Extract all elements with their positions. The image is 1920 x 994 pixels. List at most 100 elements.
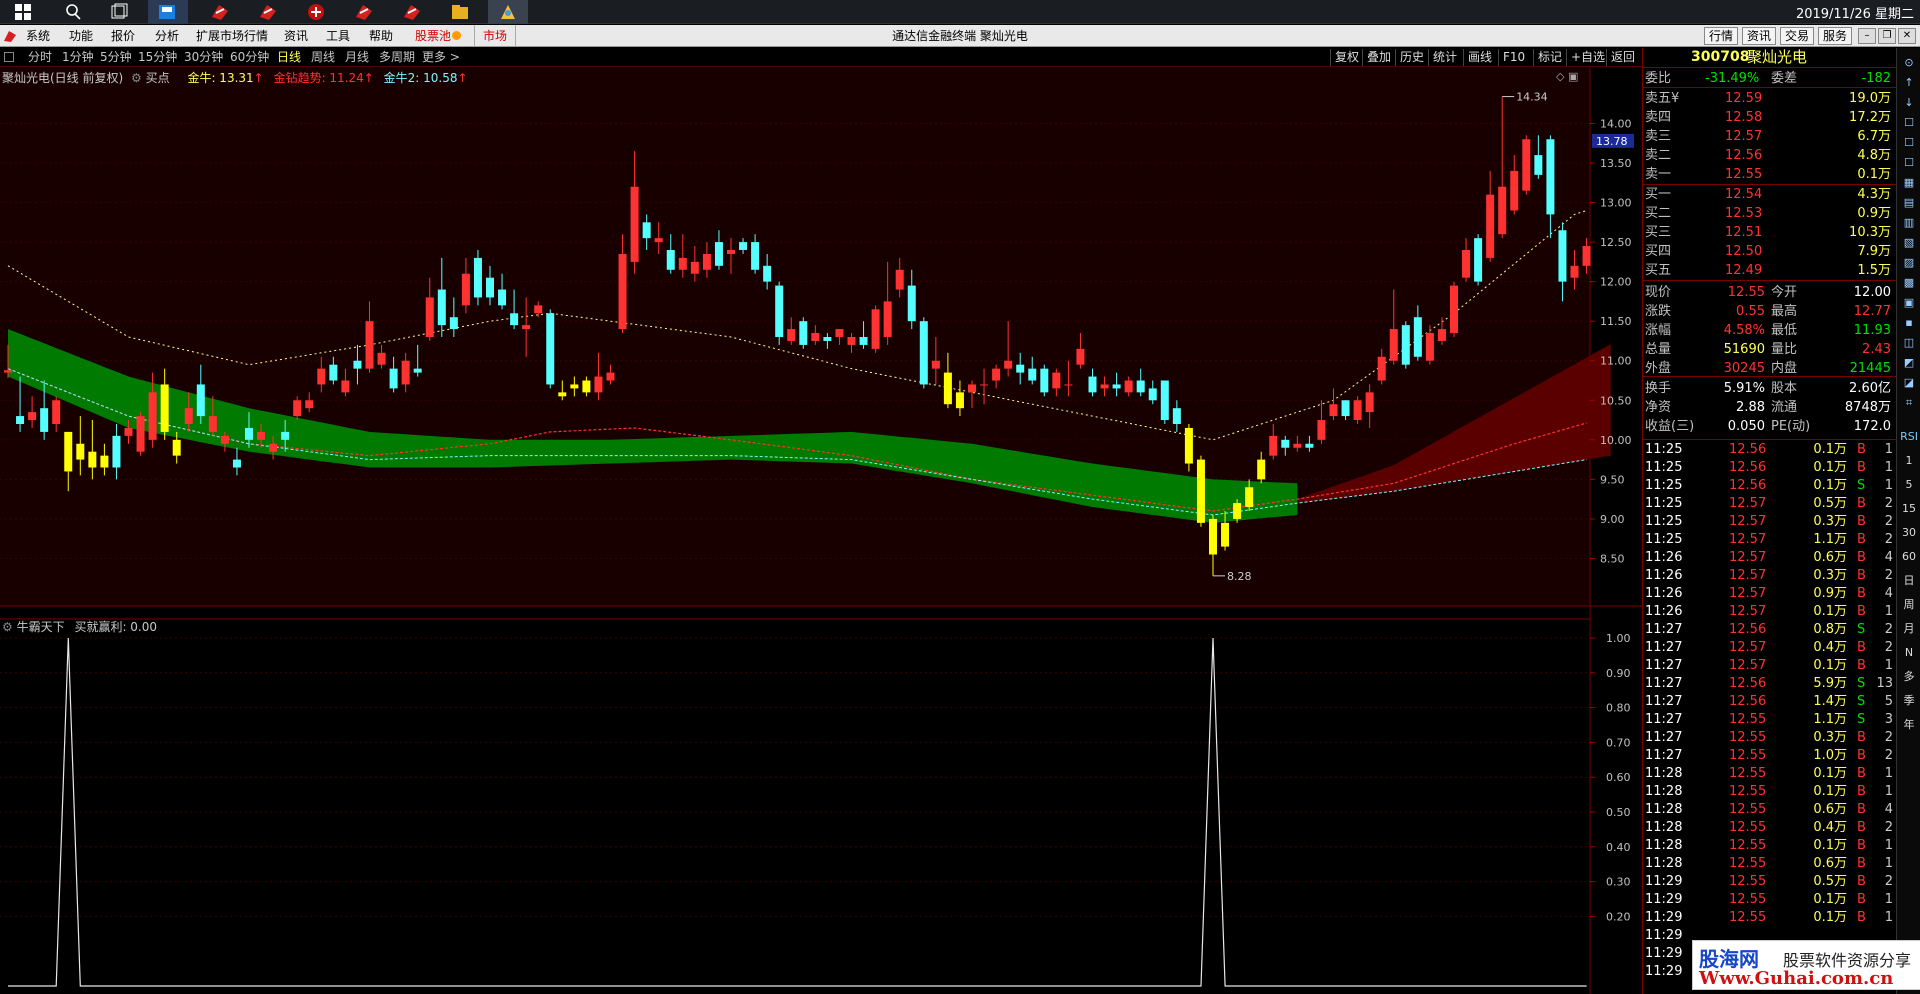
stats-button[interactable]: 统计 xyxy=(1428,49,1461,66)
period-30min[interactable]: 30分钟 xyxy=(184,48,223,67)
sidebar-period-button[interactable]: N xyxy=(1900,644,1918,662)
service-button[interactable]: 服务 xyxy=(1818,27,1853,45)
sidebar-tool-icon[interactable]: ▪ xyxy=(1900,314,1918,332)
sidebar-tool-icon[interactable]: ▩ xyxy=(1900,274,1918,292)
add-watchlist-button[interactable]: +自选 xyxy=(1566,49,1609,66)
sidebar-tool-icon[interactable]: ◪ xyxy=(1900,374,1918,392)
period-1min[interactable]: 1分钟 xyxy=(62,48,94,67)
menu-quote[interactable]: 报价 xyxy=(107,25,139,47)
sidebar-tool-icon[interactable]: ▣ xyxy=(1900,294,1918,312)
menu-stock-pool[interactable]: 股票池 xyxy=(411,25,455,47)
sidebar-tool-icon[interactable]: ▥ xyxy=(1900,214,1918,232)
app-icon[interactable] xyxy=(488,0,528,24)
search-icon[interactable] xyxy=(54,0,94,24)
sidebar-period-button[interactable]: RSI xyxy=(1900,428,1918,446)
diamond-icon[interactable]: ◇ xyxy=(1556,70,1564,83)
news-button[interactable]: 资讯 xyxy=(1742,27,1777,45)
candle-body xyxy=(558,392,567,397)
menu-extended-market[interactable]: 扩展市场行情 xyxy=(192,25,272,47)
sidebar-tool-icon[interactable]: ▨ xyxy=(1900,254,1918,272)
app-icon[interactable] xyxy=(344,0,384,24)
history-button[interactable]: 历史 xyxy=(1395,49,1428,66)
menu-tools[interactable]: 工具 xyxy=(322,25,354,47)
tick-side: B xyxy=(1857,550,1866,565)
sidebar-tool-icon[interactable]: ▧ xyxy=(1900,234,1918,252)
close-icon[interactable]: ✕ xyxy=(1898,28,1916,44)
f10-button[interactable]: F10 xyxy=(1498,49,1529,66)
period-5min[interactable]: 5分钟 xyxy=(100,48,132,67)
period-15min[interactable]: 15分钟 xyxy=(138,48,177,67)
tick-volume: 1.1万 xyxy=(1813,532,1847,547)
mark-button[interactable]: 标记 xyxy=(1533,49,1566,66)
candle-body xyxy=(64,431,73,472)
menu-help[interactable]: 帮助 xyxy=(365,25,397,47)
period-60min[interactable]: 60分钟 xyxy=(230,48,269,67)
file-explorer-icon[interactable] xyxy=(148,0,188,24)
task-view-icon[interactable] xyxy=(100,0,140,24)
sidebar-tool-icon[interactable]: ↓ xyxy=(1900,94,1918,112)
indicator-settings-icon[interactable]: ⚙ xyxy=(2,620,13,634)
sidebar-period-button[interactable]: 1 xyxy=(1900,452,1918,470)
quote-header: 300708 聚灿光电 xyxy=(1643,48,1897,68)
period-weekly[interactable]: 周线 xyxy=(311,48,335,67)
tick-price: 12.57 xyxy=(1729,586,1767,601)
sidebar-tool-icon[interactable]: ◫ xyxy=(1900,334,1918,352)
tick-volume: 0.1万 xyxy=(1813,442,1847,457)
sidebar-tool-icon[interactable]: ☐ xyxy=(1900,154,1918,172)
sidebar-period-button[interactable]: 年 xyxy=(1900,716,1918,734)
app-icon[interactable] xyxy=(440,0,480,24)
draw-button[interactable]: 画线 xyxy=(1463,49,1496,66)
app-icon[interactable] xyxy=(392,0,432,24)
candle-body xyxy=(1341,400,1350,417)
sidebar-tool-icon[interactable]: ☐ xyxy=(1900,134,1918,152)
sidebar-tool-icon[interactable]: ◩ xyxy=(1900,354,1918,372)
tick-row: 11:29 12.55 0.5万 B 2 xyxy=(1643,873,1897,891)
menu-system[interactable]: 系统 xyxy=(22,25,54,47)
sidebar-period-button[interactable]: 季 xyxy=(1900,692,1918,710)
sidebar-period-button[interactable]: 30 xyxy=(1900,524,1918,542)
overlay-button[interactable]: 叠加 xyxy=(1362,49,1395,66)
sidebar-tool-icon[interactable]: ▦ xyxy=(1900,174,1918,192)
windows-start-icon[interactable] xyxy=(4,0,44,24)
sidebar-tool-icon[interactable]: ⊙ xyxy=(1900,54,1918,72)
settings-gear-icon[interactable]: ⚙ xyxy=(131,71,142,85)
sidebar-tool-icon[interactable]: ☐ xyxy=(1900,114,1918,132)
restore-icon[interactable]: ❐ xyxy=(1878,28,1896,44)
order-price: 12.55 xyxy=(1725,167,1763,182)
minimize-icon[interactable]: – xyxy=(1858,28,1876,44)
indicator-axis-label: 0.40 xyxy=(1606,841,1631,854)
sidebar-period-button[interactable]: 60 xyxy=(1900,548,1918,566)
menu-analysis[interactable]: 分析 xyxy=(151,25,183,47)
sidebar-period-button[interactable]: 月 xyxy=(1900,620,1918,638)
maximize-pane-icon[interactable]: ▣ xyxy=(1568,70,1578,83)
menu-function[interactable]: 功能 xyxy=(65,25,97,47)
sidebar-period-button[interactable]: 周 xyxy=(1900,596,1918,614)
sidebar-period-button[interactable]: 15 xyxy=(1900,500,1918,518)
period-daily[interactable]: 日线 xyxy=(277,48,301,67)
sidebar-tool-icon[interactable]: ↑ xyxy=(1900,74,1918,92)
sidebar-period-button[interactable]: 5 xyxy=(1900,476,1918,494)
back-button[interactable]: 返回 xyxy=(1606,49,1639,66)
app-icon[interactable] xyxy=(296,0,336,24)
adjust-button[interactable]: 复权 xyxy=(1330,49,1363,66)
pane-controls[interactable]: ◇ ▣ xyxy=(1556,70,1578,83)
menu-news[interactable]: 资讯 xyxy=(280,25,312,47)
period-monthly[interactable]: 月线 xyxy=(345,48,369,67)
sidebar-period-button[interactable]: 多 xyxy=(1900,668,1918,686)
sidebar-tool-icon[interactable]: ⌗ xyxy=(1900,394,1918,412)
period-multi[interactable]: 多周期 xyxy=(379,48,415,67)
sidebar-tool-icon[interactable]: ▤ xyxy=(1900,194,1918,212)
app-icon[interactable] xyxy=(248,0,288,24)
panel-toggle-icon[interactable] xyxy=(4,52,14,62)
period-intraday[interactable]: 分时 xyxy=(28,48,52,67)
market-button[interactable]: 行情 xyxy=(1704,27,1739,45)
app-icon[interactable] xyxy=(200,0,240,24)
trade-button[interactable]: 交易 xyxy=(1780,27,1815,45)
sidebar-period-button[interactable]: 日 xyxy=(1900,572,1918,590)
tick-count: 4 xyxy=(1884,802,1893,817)
kline-chart[interactable]: 14.00 13.50 13.00 12.50 12.00 11.50 11.00 10.50… xyxy=(0,68,1642,994)
candle-body xyxy=(823,337,832,341)
period-more[interactable]: 更多 > xyxy=(422,48,460,67)
menu-market[interactable]: 市场 xyxy=(474,25,517,47)
tick-price: 12.57 xyxy=(1729,514,1767,529)
